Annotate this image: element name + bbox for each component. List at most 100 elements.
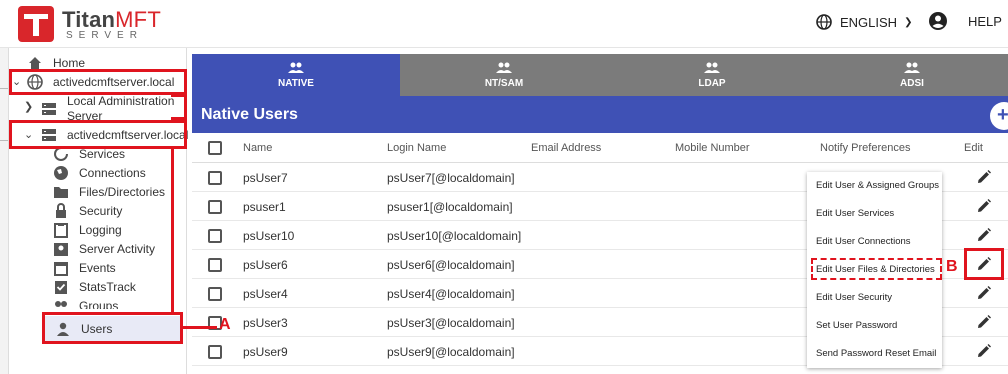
menu-item-edit-connections[interactable]: Edit User Connections: [816, 236, 911, 247]
table-header: Name Login Name Email Address Mobile Num…: [192, 133, 1008, 163]
annotation-box-users: [42, 312, 183, 344]
badge-icon: [54, 243, 68, 256]
edit-pencil-icon[interactable]: [976, 314, 992, 330]
tab-ntsam[interactable]: NT/SAM: [400, 54, 608, 96]
header: TitanMFT SERVER ENGLISH ❯ HELP: [0, 0, 1008, 48]
users-icon: [904, 62, 920, 73]
globe-icon: [816, 14, 832, 30]
user-name-cell: psUser6: [243, 258, 288, 272]
sidebar-item-label: Security: [79, 204, 123, 218]
tab-label: LDAP: [698, 77, 726, 89]
annotation-label-b: B: [946, 258, 958, 275]
annotation-box-edit-pencil: [964, 248, 1004, 280]
sidebar-item-security[interactable]: Security: [53, 203, 122, 219]
tab-native[interactable]: NATIVE: [192, 54, 400, 96]
clipboard-icon: [54, 223, 68, 238]
sidebar-item-label: Connections: [79, 166, 146, 180]
row-checkbox[interactable]: [208, 229, 222, 243]
column-header: Email Address: [531, 142, 602, 154]
users-icon: [704, 62, 720, 73]
login-name-cell: psUser4[@localdomain]: [387, 287, 515, 301]
sidebar-item-logging[interactable]: Logging: [53, 222, 122, 238]
menu-item-set-password[interactable]: Set User Password: [816, 320, 897, 331]
page-title: Native Users: [192, 96, 1008, 133]
sidebar-item-groups[interactable]: Groups: [53, 299, 118, 309]
row-checkbox[interactable]: [208, 345, 222, 359]
menu-item-edit-groups[interactable]: Edit User & Assigned Groups: [816, 180, 939, 191]
annotation-box-files-item: [811, 258, 942, 280]
login-name-cell: psUser10[@localdomain]: [387, 229, 522, 243]
login-name-cell: psUser7[@localdomain]: [387, 171, 515, 185]
login-name-cell: psuser1[@localdomain]: [387, 200, 513, 214]
annotation-label-a: A: [219, 316, 231, 333]
column-header: Edit: [964, 142, 983, 154]
user-name-cell: psUser10: [243, 229, 295, 243]
sidebar-item-label: Home: [53, 56, 86, 70]
user-name-cell: psUser3: [243, 316, 288, 330]
language-label: ENGLISH: [840, 14, 898, 30]
login-name-cell: psUser3[@localdomain]: [387, 316, 515, 330]
sidebar-item-label: Logging: [79, 223, 122, 237]
sidebar-item-connections[interactable]: Connections: [53, 165, 146, 181]
account-icon[interactable]: [928, 11, 948, 31]
tab-label: NT/SAM: [484, 77, 524, 89]
group-icon: [55, 301, 67, 307]
login-name-cell: psUser6[@localdomain]: [387, 258, 515, 272]
sidebar-item-statstrack[interactable]: StatsTrack: [53, 279, 136, 295]
edit-pencil-icon[interactable]: [976, 343, 992, 359]
tab-ldap[interactable]: LDAP: [608, 54, 816, 96]
sidebar-item-files[interactable]: Files/Directories: [53, 184, 165, 200]
row-checkbox[interactable]: [208, 258, 222, 272]
login-name-cell: psUser9[@localdomain]: [387, 345, 515, 359]
user-name-cell: psUser4: [243, 287, 288, 301]
plus-icon: +: [997, 104, 1008, 126]
edit-pencil-icon[interactable]: [976, 198, 992, 214]
help-link[interactable]: HELP: [968, 14, 1002, 29]
user-name-cell: psUser7: [243, 171, 288, 185]
edit-pencil-icon[interactable]: [976, 169, 992, 185]
server-icon: [42, 103, 56, 115]
globe-icon: [54, 166, 68, 180]
user-name-cell: psUser9: [243, 345, 288, 359]
annotation-box-server: [9, 69, 187, 95]
sidebar-item-server-activity[interactable]: Server Activity: [53, 241, 155, 257]
left-edge-strip: [0, 48, 9, 374]
user-type-tabs: NATIVE NT/SAM LDAP ADSI: [192, 54, 1008, 96]
row-checkbox[interactable]: [208, 287, 222, 301]
lock-icon: [56, 203, 66, 218]
edit-pencil-icon[interactable]: [976, 227, 992, 243]
column-header: Name: [243, 142, 273, 154]
brand-subtitle: SERVER: [66, 30, 143, 41]
annotation-box-server-2: [9, 120, 187, 149]
folder-icon: [54, 187, 68, 198]
titan-logo-icon: [18, 6, 54, 42]
users-icon: [496, 62, 512, 73]
column-header: Mobile Number: [675, 142, 750, 154]
sidebar-item-label: Groups: [79, 299, 119, 309]
users-icon: [288, 62, 304, 73]
annotation-box-local-admin: [171, 94, 187, 120]
column-header: Notify Preferences: [820, 142, 911, 154]
sidebar-item-label: Services: [79, 147, 126, 161]
tab-label: NATIVE: [278, 77, 314, 89]
chevron-right-icon[interactable]: ❯: [24, 100, 33, 113]
language-selector[interactable]: ENGLISH ❯: [816, 12, 912, 32]
user-name-cell: psuser1: [243, 200, 286, 214]
annotation-line-a: [182, 326, 217, 329]
menu-item-edit-services[interactable]: Edit User Services: [816, 208, 894, 219]
menu-item-send-reset-email[interactable]: Send Password Reset Email: [816, 348, 936, 359]
checklist-icon: [55, 281, 67, 294]
select-all-checkbox[interactable]: [208, 141, 222, 155]
edit-pencil-icon[interactable]: [976, 285, 992, 301]
row-checkbox[interactable]: [208, 200, 222, 214]
annotation-connector: [171, 148, 174, 314]
sidebar-item-label: StatsTrack: [79, 280, 136, 294]
row-checkbox[interactable]: [208, 171, 222, 185]
chevron-down-icon: ❯: [904, 16, 913, 28]
menu-item-edit-security[interactable]: Edit User Security: [816, 292, 892, 303]
calendar-icon: [54, 262, 68, 276]
tab-adsi[interactable]: ADSI: [816, 54, 1008, 96]
column-header: Login Name: [387, 142, 447, 154]
sidebar-item-events[interactable]: Events: [53, 260, 116, 276]
sidebar-item-label: Server Activity: [79, 242, 156, 256]
